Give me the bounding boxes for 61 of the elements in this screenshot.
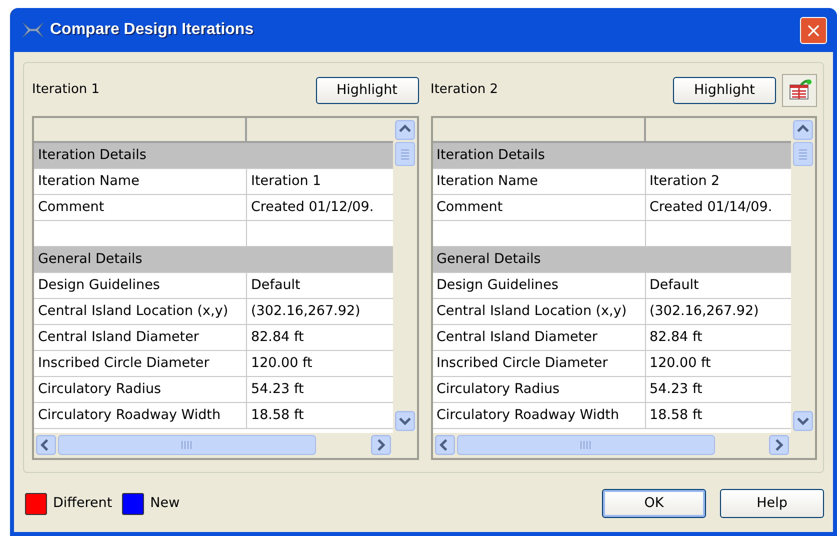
- scroll-thumb[interactable]: [394, 142, 414, 166]
- spreadsheet-button[interactable]: [782, 74, 817, 106]
- property-value: 54.23 ft: [250, 380, 305, 399]
- dialog-button[interactable]: OK: [602, 489, 706, 518]
- close-button[interactable]: ×: [800, 16, 827, 44]
- property-value: 82.84 ft: [250, 328, 305, 347]
- property-value: Iteration 1: [250, 172, 322, 191]
- scroll-up-button[interactable]: [793, 120, 813, 140]
- property-value: 18.58 ft: [250, 406, 305, 425]
- property-value: 54.23 ft: [648, 380, 704, 399]
- legend-label: Different: [53, 494, 112, 514]
- property-name: Iteration Name: [34, 169, 247, 194]
- property-value: 82.84 ft: [648, 328, 704, 347]
- property-name: Inscribed Circle Diameter: [34, 351, 247, 376]
- dialog-button[interactable]: Help: [720, 489, 824, 518]
- property-value: Iteration 2: [648, 172, 721, 191]
- app-icon: [22, 21, 44, 39]
- scroll-right-button[interactable]: [370, 435, 390, 455]
- property-value: 18.58 ft: [648, 406, 704, 425]
- property-name: Circulatory Radius: [432, 377, 646, 402]
- property-name: Central Island Location (x,y): [34, 299, 247, 324]
- scroll-right-button[interactable]: [769, 435, 789, 455]
- property-value: Created 01/12/09.: [250, 198, 375, 217]
- property-name: Comment: [34, 195, 247, 220]
- section-row: General Details: [34, 247, 392, 272]
- property-name: Circulatory Radius: [34, 377, 247, 402]
- property-name: Central Island Location (x,y): [432, 299, 646, 324]
- scroll-down-button[interactable]: [793, 411, 813, 431]
- scroll-thumb[interactable]: [456, 435, 714, 455]
- property-value: Default: [250, 276, 302, 295]
- property-name: Design Guidelines: [432, 273, 646, 298]
- highlight-button[interactable]: Highlight: [673, 76, 776, 104]
- scroll-thumb[interactable]: [793, 142, 813, 166]
- legend-label: New: [150, 494, 180, 514]
- property-value: (302.16,267.92): [250, 302, 362, 321]
- property-name: Inscribed Circle Diameter: [432, 351, 646, 376]
- panel-label: Iteration 1: [32, 81, 100, 100]
- property-name: Circulatory Roadway Width: [432, 403, 646, 428]
- section-row: Iteration Details: [432, 143, 791, 168]
- property-name: Central Island Diameter: [432, 325, 646, 350]
- property-name: Central Island Diameter: [34, 325, 247, 350]
- property-value: (302.16,267.92): [648, 302, 760, 321]
- panel-label: Iteration 2: [430, 81, 498, 100]
- section-row: General Details: [432, 247, 791, 272]
- spreadsheet-icon: [788, 79, 812, 101]
- property-name: Iteration Name: [432, 169, 646, 194]
- scroll-left-button[interactable]: [434, 435, 454, 455]
- property-name: Design Guidelines: [34, 273, 247, 298]
- scroll-down-button[interactable]: [394, 411, 414, 431]
- scroll-left-button[interactable]: [36, 435, 56, 455]
- property-value: 120.00 ft: [250, 354, 314, 373]
- section-row: Iteration Details: [34, 143, 392, 168]
- property-name: Circulatory Roadway Width: [34, 403, 247, 428]
- window-title: Compare Design Iterations: [50, 20, 254, 40]
- highlight-button[interactable]: Highlight: [316, 76, 418, 104]
- property-value: Default: [648, 276, 700, 295]
- scroll-up-button[interactable]: [394, 120, 414, 140]
- property-name: Comment: [432, 195, 646, 220]
- property-value: 120.00 ft: [648, 354, 712, 373]
- scroll-thumb[interactable]: [58, 435, 316, 455]
- property-value: Created 01/14/09.: [648, 198, 774, 217]
